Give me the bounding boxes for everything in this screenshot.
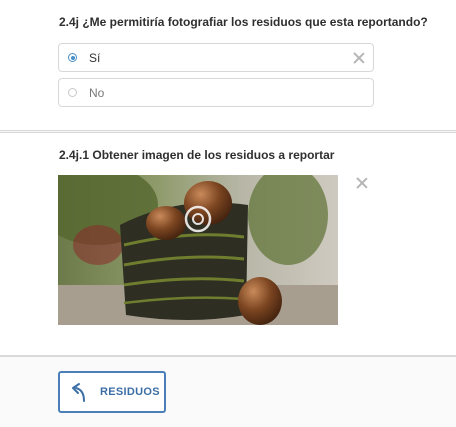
option-label: Sí	[89, 51, 101, 65]
option-yes[interactable]: Sí	[58, 43, 374, 72]
radio-selected-icon[interactable]	[68, 53, 77, 62]
question-panel-photo-permission: 2.4j ¿Me permitiría fotografiar los resi…	[0, 0, 456, 131]
close-icon[interactable]	[355, 176, 369, 190]
question-title: 2.4j ¿Me permitiría fotografiar los resi…	[59, 15, 428, 29]
avocado-photo	[58, 175, 338, 325]
curved-arrow-back-icon	[72, 383, 85, 402]
back-button[interactable]: RESIDUOS	[58, 371, 166, 413]
option-label: No	[89, 86, 105, 100]
question-title: 2.4j.1 Obtener imagen de los residuos a …	[59, 148, 335, 162]
radio-unselected-icon[interactable]	[68, 88, 77, 97]
option-no[interactable]: No	[58, 78, 374, 107]
close-icon[interactable]	[352, 51, 366, 65]
back-button-label: RESIDUOS	[100, 386, 160, 398]
